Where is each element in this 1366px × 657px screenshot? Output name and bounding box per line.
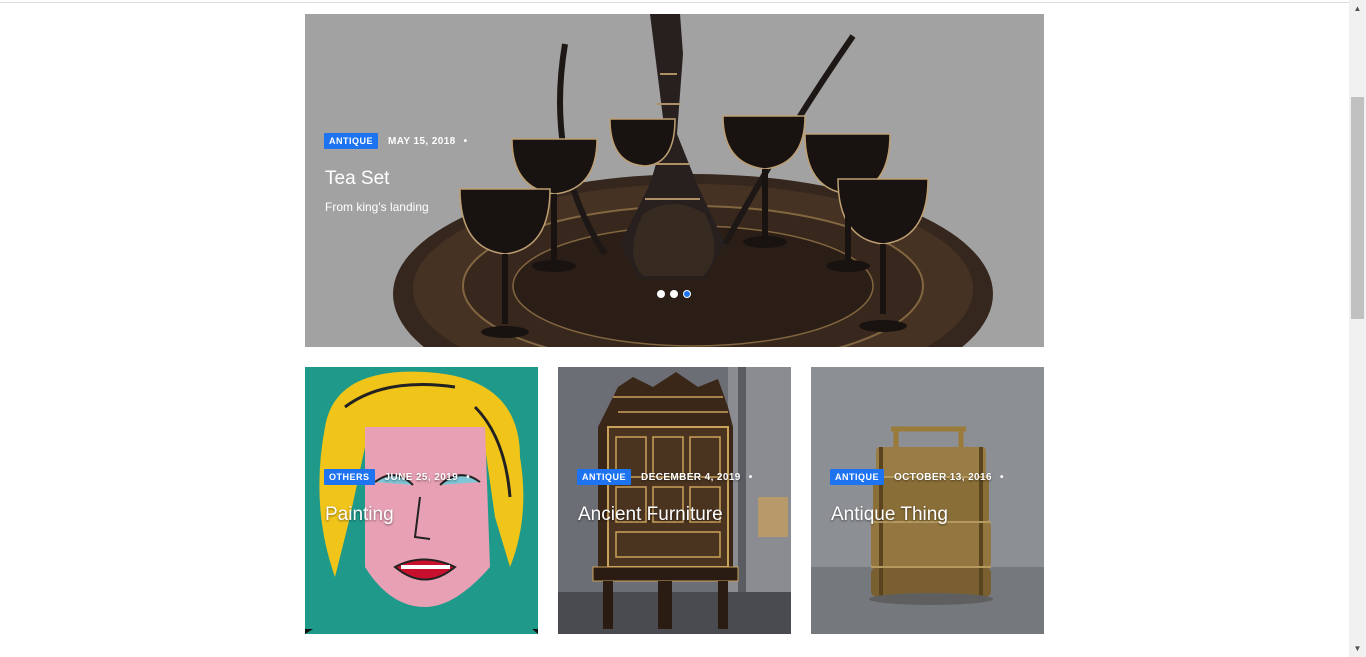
card-title[interactable]: Antique Thing (831, 504, 948, 526)
card-category-badge[interactable]: ANTIQUE (830, 469, 884, 485)
card-title[interactable]: Painting (325, 504, 394, 526)
page-top-border (0, 0, 1349, 3)
card-meta: ANTIQUE OCTOBER 13, 2016 • (830, 469, 1003, 485)
post-card-ancient-furniture[interactable]: ANTIQUE DECEMBER 4, 2019 • Ancient Furni… (558, 367, 791, 634)
card-meta: OTHERS JUNE 25, 2019 • (324, 469, 470, 485)
card-date: JUNE 25, 2019 (384, 471, 459, 483)
hero-slider[interactable]: ANTIQUE MAY 15, 2018 • Tea Set From king… (305, 14, 1044, 347)
slider-dot-3-active[interactable] (683, 290, 691, 298)
scroll-down-arrow-icon[interactable]: ▼ (1349, 640, 1366, 657)
post-card-antique-thing[interactable]: ANTIQUE OCTOBER 13, 2016 • Antique Thing (811, 367, 1044, 634)
scrollbar-thumb[interactable] (1351, 97, 1364, 319)
card-category-badge[interactable]: OTHERS (324, 469, 375, 485)
card-meta: ANTIQUE DECEMBER 4, 2019 • (577, 469, 752, 485)
post-card-painting[interactable]: OTHERS JUNE 25, 2019 • Painting (305, 367, 538, 634)
slider-dot-2[interactable] (670, 290, 678, 298)
hero-meta: ANTIQUE MAY 15, 2018 • (324, 133, 467, 149)
slider-dot-1[interactable] (657, 290, 665, 298)
antique-thing-image (811, 367, 1044, 634)
card-date: OCTOBER 13, 2016 (894, 471, 992, 483)
card-category-badge[interactable]: ANTIQUE (577, 469, 631, 485)
hero-date: MAY 15, 2018 (388, 135, 456, 147)
slider-pagination (657, 290, 691, 298)
card-meta-separator: • (748, 471, 753, 483)
hero-subtitle: From king's landing (325, 200, 429, 214)
furniture-image (558, 367, 791, 634)
scroll-up-arrow-icon[interactable]: ▲ (1349, 0, 1366, 17)
hero-title[interactable]: Tea Set (325, 168, 389, 190)
card-title[interactable]: Ancient Furniture (578, 504, 723, 526)
painting-image (305, 367, 538, 634)
card-meta-separator: • (466, 471, 470, 483)
hero-category-badge[interactable]: ANTIQUE (324, 133, 378, 149)
card-date: DECEMBER 4, 2019 (641, 471, 741, 483)
vertical-scrollbar[interactable]: ▲ ▼ (1349, 0, 1366, 657)
card-meta-separator: • (999, 471, 1004, 483)
hero-meta-separator: • (463, 135, 468, 147)
